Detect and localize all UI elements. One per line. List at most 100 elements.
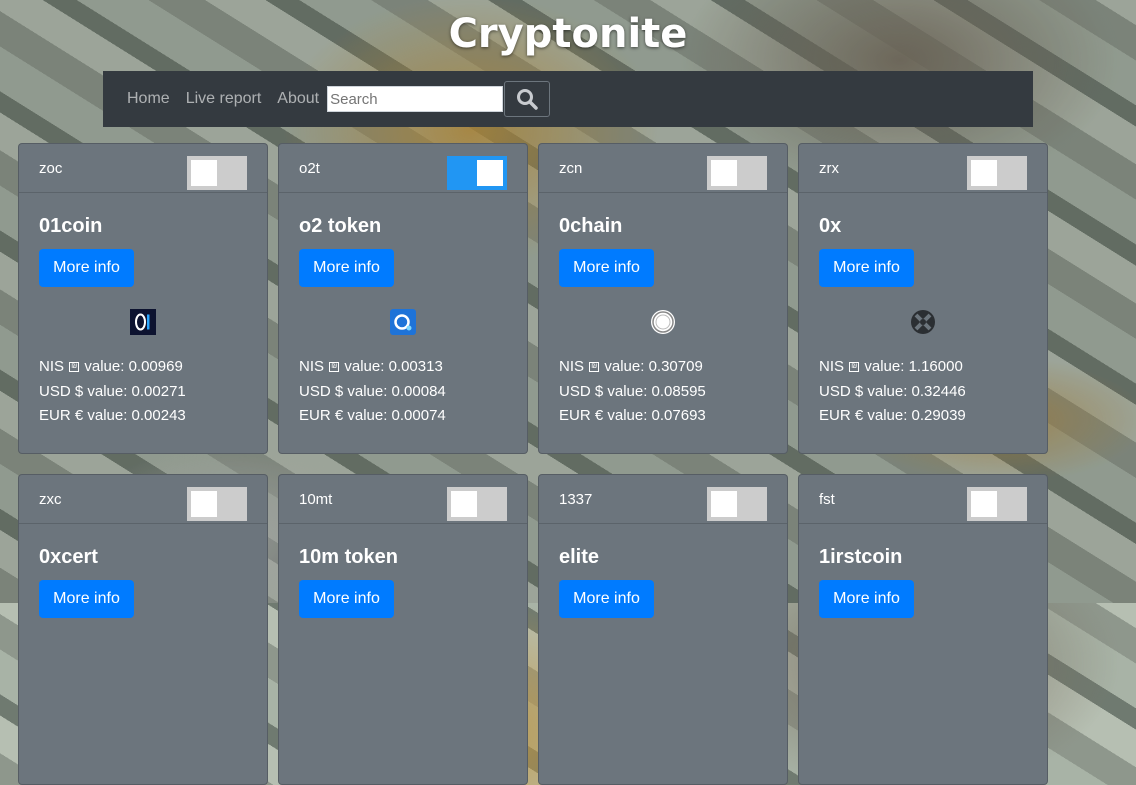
coin-toggle-switch[interactable]	[447, 487, 507, 521]
shekel-icon: ₪	[849, 362, 860, 373]
toggle-knob	[191, 491, 217, 517]
nis-value-row: NIS ₪ value: 0.00969	[39, 358, 183, 375]
nis-value: 0.00969	[128, 358, 183, 375]
coin-card: 1337 elite More info	[538, 474, 788, 785]
usd-value: 0.00084	[391, 382, 446, 400]
card-header: 1337	[539, 475, 787, 524]
more-info-button[interactable]: More info	[819, 580, 914, 618]
coin-symbol: fst	[819, 491, 835, 508]
more-info-button[interactable]: More info	[559, 249, 654, 287]
coin-symbol: o2t	[299, 160, 320, 177]
eur-value: 0.00074	[391, 407, 446, 424]
more-info-button[interactable]: More info	[39, 249, 134, 287]
nav-live-report-link[interactable]: Live report	[186, 71, 262, 127]
coin-values: NIS ₪ value: 0.30709 USD $ value: 0.0859…	[559, 355, 767, 429]
coin-name: 0xcert	[39, 546, 98, 568]
01coin-logo-icon	[130, 309, 156, 335]
usd-value-row: USD $ value: 0.08595	[559, 382, 706, 400]
coin-toggle-switch[interactable]	[967, 487, 1027, 521]
toggle-knob	[971, 491, 997, 517]
o2-token-logo-icon	[390, 309, 416, 335]
usd-value: 0.00271	[131, 382, 186, 400]
usd-value-row: USD $ value: 0.32446	[819, 382, 966, 400]
usd-value: 0.08595	[651, 382, 706, 400]
card-header: zxc	[19, 475, 267, 524]
coin-name: o2 token	[299, 215, 382, 237]
coin-name: 10m token	[299, 546, 398, 568]
coin-values: NIS ₪ value: 0.00313 USD $ value: 0.0008…	[299, 355, 507, 429]
toggle-knob	[451, 491, 477, 517]
coin-toggle-switch[interactable]	[967, 156, 1027, 190]
eur-value-row: EUR € value: 0.29039	[819, 407, 966, 424]
coin-card: fst 1irstcoin More info	[798, 474, 1048, 785]
coin-name: 0chain	[559, 215, 623, 237]
coin-name: 0x	[819, 215, 842, 237]
more-info-button[interactable]: More info	[299, 249, 394, 287]
coin-symbol: 1337	[559, 491, 593, 508]
coin-card: 10mt 10m token More info	[278, 474, 528, 785]
card-header: zrx	[799, 144, 1047, 193]
card-header: o2t	[279, 144, 527, 193]
more-info-button[interactable]: More info	[819, 249, 914, 287]
nis-value-row: NIS ₪ value: 0.00313	[299, 358, 443, 375]
eur-value-row: EUR € value: 0.07693	[559, 407, 706, 424]
coin-name: 01coin	[39, 215, 103, 237]
more-info-button[interactable]: More info	[559, 580, 654, 618]
search-button[interactable]	[504, 81, 551, 117]
toggle-knob	[971, 160, 997, 186]
more-info-button[interactable]: More info	[299, 580, 394, 618]
nis-value: 1.16000	[908, 358, 963, 375]
toggle-knob	[191, 160, 217, 186]
coin-symbol: zrx	[819, 160, 839, 177]
usd-value-row: USD $ value: 0.00084	[299, 382, 446, 400]
search-input[interactable]	[327, 86, 504, 112]
nis-value-row: NIS ₪ value: 0.30709	[559, 358, 703, 375]
nis-value: 0.30709	[648, 358, 703, 375]
toggle-knob	[477, 160, 503, 186]
coin-symbol: 10mt	[299, 491, 333, 508]
coin-toggle-switch[interactable]	[707, 487, 767, 521]
card-header: fst	[799, 475, 1047, 524]
card-header: zoc	[19, 144, 267, 193]
coin-values: NIS ₪ value: 0.00969 USD $ value: 0.0027…	[39, 355, 247, 429]
coin-card: zoc 01coin More info NIS ₪ value: 0.0096…	[18, 143, 268, 454]
usd-value-row: USD $ value: 0.00271	[39, 382, 186, 400]
toggle-knob	[711, 160, 737, 186]
coin-symbol: zxc	[39, 491, 62, 508]
coin-card: o2t o2 token More info NIS ₪ value: 0.00…	[278, 143, 528, 454]
search-icon	[517, 89, 538, 110]
eur-value: 0.29039	[911, 407, 966, 424]
coin-toggle-switch[interactable]	[187, 487, 247, 521]
coin-values: NIS ₪ value: 1.16000 USD $ value: 0.3244…	[819, 355, 1027, 429]
nav-home-link[interactable]: Home	[127, 71, 170, 127]
coin-toggle-switch[interactable]	[447, 156, 507, 190]
coin-symbol: zcn	[559, 160, 583, 177]
coin-card: zxc 0xcert More info	[18, 474, 268, 785]
coin-toggle-switch[interactable]	[187, 156, 247, 190]
coin-toggle-switch[interactable]	[707, 156, 767, 190]
coin-name: elite	[559, 546, 600, 568]
coin-name: 1irstcoin	[819, 546, 903, 568]
0chain-logo-icon	[651, 310, 675, 334]
coin-symbol: zoc	[39, 160, 63, 177]
coin-card: zcn 0chain More info NIS ₪ value: 0.3070…	[538, 143, 788, 454]
card-header: zcn	[539, 144, 787, 193]
eur-value: 0.00243	[131, 407, 186, 424]
more-info-button[interactable]: More info	[39, 580, 134, 618]
coin-card: zrx 0x More info NIS ₪ value: 1.16000 US…	[798, 143, 1048, 454]
nav-about-link[interactable]: About	[277, 71, 319, 127]
shekel-icon: ₪	[589, 362, 600, 373]
shekel-icon: ₪	[329, 362, 340, 373]
eur-value: 0.07693	[651, 407, 706, 424]
eur-value-row: EUR € value: 0.00243	[39, 407, 186, 424]
nis-value-row: NIS ₪ value: 1.16000	[819, 358, 963, 375]
card-header: 10mt	[279, 475, 527, 524]
site-title: Cryptonite	[448, 11, 688, 57]
eur-value-row: EUR € value: 0.00074	[299, 407, 446, 424]
0x-logo-icon	[911, 310, 935, 334]
nis-value: 0.00313	[388, 358, 443, 375]
usd-value: 0.32446	[911, 382, 966, 400]
toggle-knob	[711, 491, 737, 517]
navbar: Home Live report About	[103, 71, 1033, 127]
shekel-icon: ₪	[69, 362, 80, 373]
